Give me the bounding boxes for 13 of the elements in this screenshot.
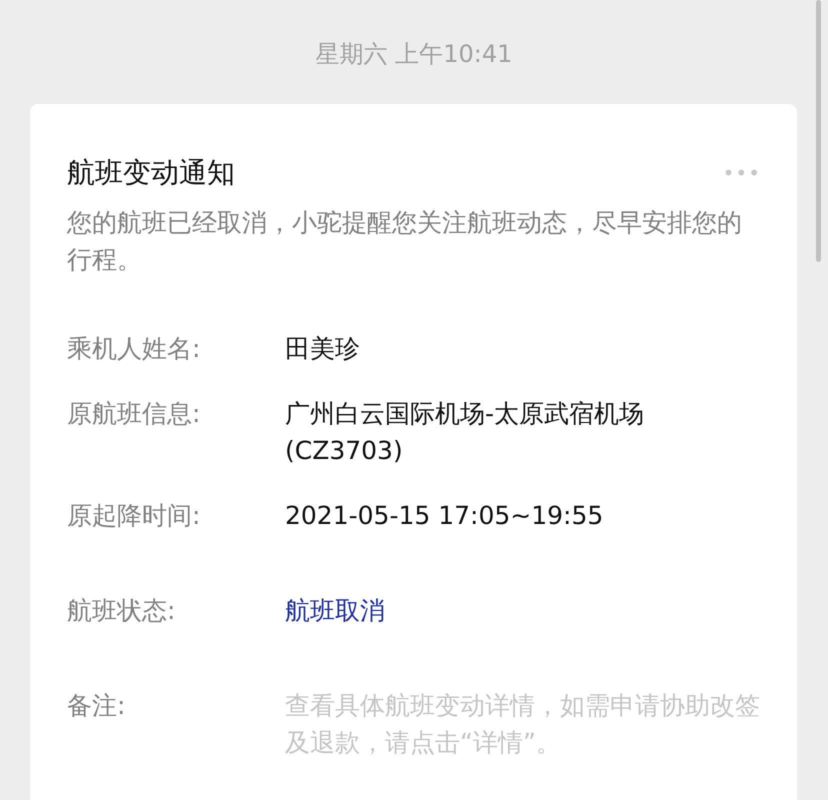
field-label: 原航班信息: — [67, 398, 202, 430]
field-label: 航班状态: — [67, 595, 176, 627]
field-value: 田美珍 — [285, 333, 361, 365]
scrollbar[interactable] — [816, 0, 821, 262]
intro-text: 您的航班已经取消，小驼提醒您关注航班动态，尽早安排您的行程。 — [67, 207, 743, 276]
card-title: 航班变动通知 — [67, 155, 235, 191]
field-value[interactable]: 航班取消 — [285, 592, 385, 629]
field-label: 原起降时间: — [67, 500, 202, 532]
field-value: 广州白云国际机场-太原武宿机场(CZ3703) — [285, 398, 646, 467]
field-value: 2021-05-15 17:05~19:55 — [285, 500, 604, 532]
field-label: 乘机人姓名: — [67, 333, 202, 365]
field-label: 备注: — [67, 690, 126, 722]
field-value: 查看具体航班变动详情，如需申请协助改签及退款，请点击“详情”。 — [285, 690, 761, 759]
